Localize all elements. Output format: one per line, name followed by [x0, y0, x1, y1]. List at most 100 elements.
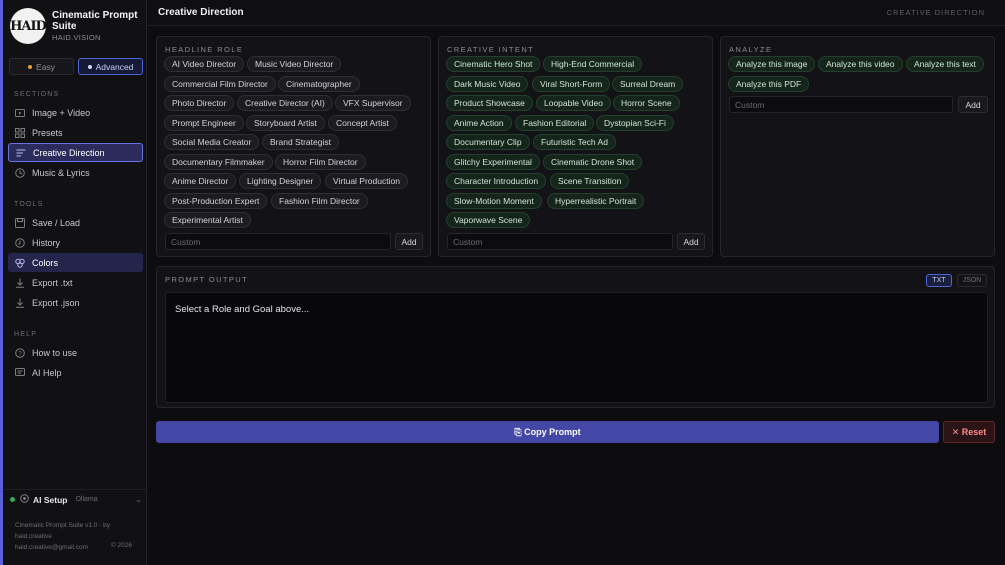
sidebar-item-ai-help[interactable]: AI Help — [8, 363, 143, 382]
role-chip[interactable]: AI Video Director — [164, 56, 245, 72]
breadcrumb: CREATIVE DIRECTION — [886, 8, 985, 17]
app-title: Cinematic Prompt Suite — [52, 10, 138, 32]
sidebar-item-music-lyrics[interactable]: Music & Lyrics — [8, 163, 143, 182]
palette-icon — [15, 258, 25, 268]
role-chip[interactable]: Creative Director (AI) — [237, 95, 333, 111]
intent-chip[interactable]: Hyperrealistic Portrait — [547, 193, 645, 209]
sidebar-item-how-to-use[interactable]: ? How to use — [8, 343, 143, 362]
sidebar-item-save-load[interactable]: Save / Load — [8, 213, 143, 232]
format-json-button[interactable]: JSON — [957, 274, 987, 287]
analyze-video-chip[interactable]: Analyze this video — [818, 56, 903, 72]
sidebar-item-label: How to use — [32, 347, 78, 358]
role-chip[interactable]: Virtual Production — [325, 173, 408, 189]
sidebar-item-export-txt[interactable]: Export .txt — [8, 273, 143, 292]
role-chip[interactable]: Anime Director — [164, 173, 237, 189]
role-chip[interactable]: VFX Supervisor — [335, 95, 411, 111]
sidebar-item-label: Save / Load — [32, 217, 81, 228]
role-chip[interactable]: Post-Production Expert — [164, 193, 268, 209]
custom-analyze-input[interactable] — [729, 96, 953, 113]
role-chip[interactable]: Concept Artist — [328, 115, 397, 131]
sidebar-item-label: History — [32, 237, 61, 248]
role-chip[interactable]: Lighting Designer — [239, 173, 322, 189]
sidebar-item-export-json[interactable]: Export .json — [8, 293, 143, 312]
intent-chip[interactable]: Product Showcase — [446, 95, 533, 111]
intent-chip[interactable]: Cinematic Hero Shot — [446, 56, 541, 72]
intent-chip[interactable]: Surreal Dream — [612, 76, 684, 92]
intent-chip[interactable]: Viral Short-Form — [532, 76, 611, 92]
intent-chip[interactable]: Vaporwave Scene — [446, 212, 531, 228]
role-chip[interactable]: Storyboard Artist — [246, 115, 325, 131]
intent-chip[interactable]: Dystopian Sci-Fi — [596, 115, 674, 131]
role-chip[interactable]: Photo Director — [164, 95, 235, 111]
analyze-panel: ANALYZE Analyze this image Analyze this … — [720, 36, 995, 257]
intent-chip[interactable]: Documentary Clip — [446, 134, 530, 150]
sections-heading: SECTIONS — [14, 91, 60, 98]
analyze-pdf-chip[interactable]: Analyze this PDF — [728, 76, 810, 92]
mode-advanced-label: Advanced — [95, 61, 134, 72]
mode-easy-button[interactable]: Easy — [9, 58, 74, 75]
download-icon — [15, 298, 25, 308]
ai-setup-button[interactable]: AI Setup Ollama ⌄ — [10, 494, 142, 505]
role-chip[interactable]: Cinematographer — [278, 76, 360, 92]
intent-chip[interactable]: Cinematic Drone Shot — [543, 154, 643, 170]
panel-heading: PROMPT OUTPUT — [165, 275, 249, 284]
creative-intent-panel: CREATIVE INTENT Cinematic Hero Shot High… — [438, 36, 713, 257]
analyze-text-chip[interactable]: Analyze this text — [906, 56, 984, 72]
intent-chip[interactable]: Fashion Editorial — [515, 115, 595, 131]
sidebar-item-colors[interactable]: Colors — [8, 253, 143, 272]
topbar: Creative Direction CREATIVE DIRECTION — [148, 0, 1005, 26]
mode-easy-label: Easy — [36, 61, 55, 72]
intent-chip[interactable]: Horror Scene — [613, 95, 680, 111]
role-chip[interactable]: Experimental Artist — [164, 212, 251, 228]
app-subtitle: HAID.VISION — [52, 33, 101, 42]
logo: HAID — [10, 8, 47, 44]
footer-year: © 2026 — [110, 542, 132, 549]
add-intent-button[interactable]: Add — [677, 233, 705, 250]
prompt-output-area[interactable]: Select a Role and Goal above... — [165, 292, 988, 403]
sidebar-item-image-video[interactable]: Image + Video — [8, 103, 143, 122]
role-chip[interactable]: Prompt Engineer — [164, 115, 244, 131]
role-chip[interactable]: Fashion Film Director — [271, 193, 368, 209]
intent-chip[interactable]: Slow-Motion Moment — [446, 193, 542, 209]
intent-chip[interactable]: Dark Music Video — [446, 76, 529, 92]
role-chip[interactable]: Documentary Filmmaker — [164, 154, 273, 170]
download-icon — [15, 278, 25, 288]
intent-chip[interactable]: Loopable Video — [536, 95, 611, 111]
sidebar-item-label: Image + Video — [32, 107, 91, 118]
add-analyze-button[interactable]: Add — [958, 96, 988, 113]
dot-icon — [28, 64, 33, 69]
status-dot-icon — [10, 497, 15, 502]
role-chip[interactable]: Social Media Creator — [164, 134, 260, 150]
sidebar-item-label: Music & Lyrics — [32, 167, 90, 178]
panel-heading: HEADLINE ROLE — [165, 45, 244, 54]
intent-chip[interactable]: Character Introduction — [446, 173, 547, 189]
format-txt-button[interactable]: TXT — [926, 274, 952, 287]
add-role-button[interactable]: Add — [395, 233, 423, 250]
reset-button[interactable]: ✕ Reset — [943, 421, 995, 443]
intent-chip[interactable]: High-End Commercial — [543, 56, 643, 72]
mode-advanced-button[interactable]: Advanced — [78, 58, 143, 75]
sidebar-item-label: Colors — [32, 257, 59, 268]
dot-icon — [87, 64, 92, 69]
sidebar-item-presets[interactable]: Presets — [8, 123, 143, 142]
page-title: Creative Direction — [158, 7, 244, 18]
lines-icon — [16, 148, 26, 158]
mode-toggle: Easy Advanced — [9, 58, 143, 75]
copy-prompt-button[interactable]: ⎘ Copy Prompt — [156, 421, 939, 443]
prompt-output-panel: PROMPT OUTPUT TXT JSON Select a Role and… — [156, 266, 995, 408]
intent-chip[interactable]: Futuristic Tech Ad — [533, 134, 616, 150]
analyze-image-chip[interactable]: Analyze this image — [728, 56, 816, 72]
custom-intent-input[interactable] — [447, 233, 673, 250]
custom-role-input[interactable] — [165, 233, 391, 250]
sidebar-item-creative-direction[interactable]: Creative Direction — [8, 143, 143, 162]
footer-credit: Cinematic Prompt Suite v1.0 · by haid.cr… — [15, 522, 111, 540]
role-chip[interactable]: Horror Film Director — [275, 154, 366, 170]
role-chip[interactable]: Commercial Film Director — [164, 76, 276, 92]
intent-chip[interactable]: Scene Transition — [550, 173, 630, 189]
sidebar-item-history[interactable]: History — [8, 233, 143, 252]
role-chip[interactable]: Brand Strategist — [262, 134, 339, 150]
intent-chip[interactable]: Glitchy Experimental — [446, 154, 540, 170]
intent-chip[interactable]: Anime Action — [446, 115, 512, 131]
grid-icon — [15, 127, 25, 138]
role-chip[interactable]: Music Video Director — [247, 56, 342, 72]
